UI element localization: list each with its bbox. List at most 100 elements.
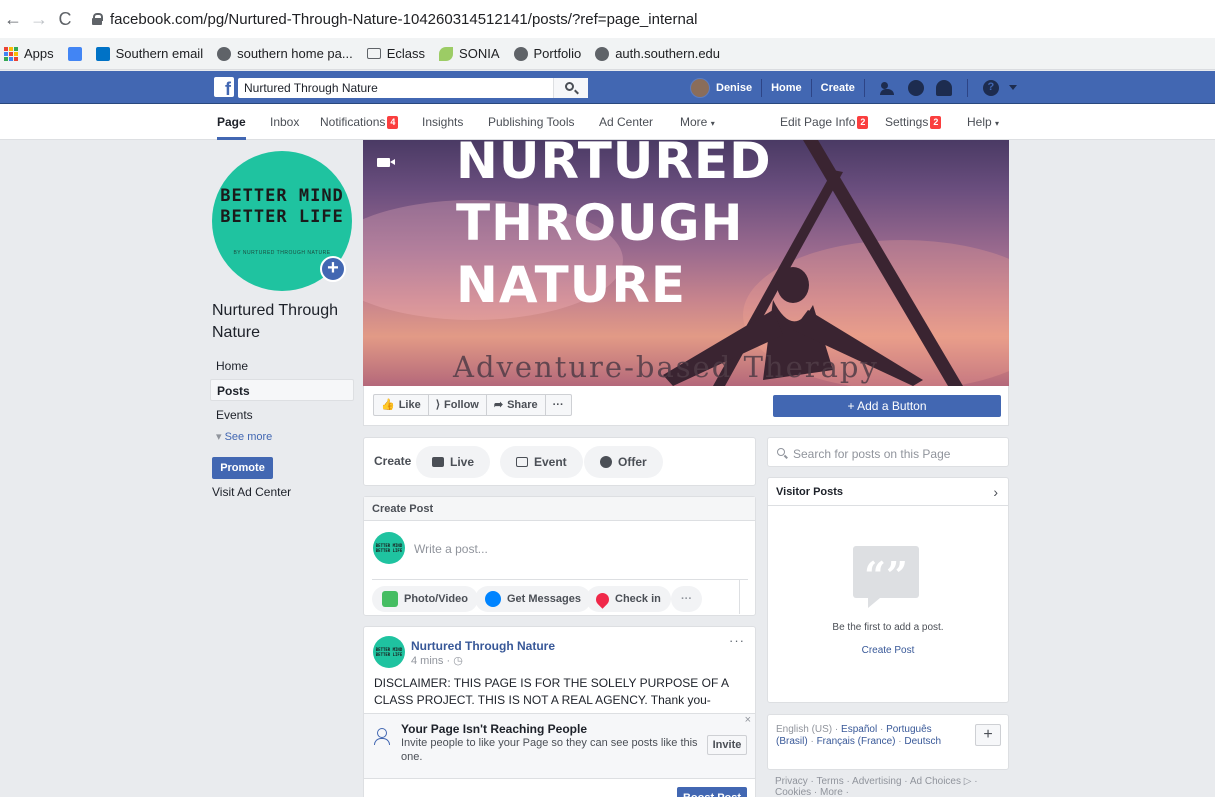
bookmark-southern-email[interactable]: Southern email: [95, 46, 204, 61]
event-button[interactable]: Event: [500, 446, 583, 478]
messenger-icon[interactable]: [907, 79, 924, 96]
bookmark-label: Southern email: [115, 46, 204, 61]
bookmark-docs[interactable]: [67, 46, 82, 61]
reach-title: Your Page Isn't Reaching People: [401, 722, 588, 736]
write-post-input[interactable]: Write a post...: [414, 542, 488, 556]
bookmark-eclass[interactable]: Eclass: [366, 46, 426, 61]
search-posts-input[interactable]: Search for posts on this Page: [767, 437, 1009, 467]
see-more-label: See more: [224, 431, 273, 443]
tab-notifications[interactable]: Notifications 4: [320, 104, 399, 140]
language-list: English (US) · Español · Português (Bras…: [776, 724, 942, 747]
tab-more[interactable]: More ▾: [680, 104, 715, 140]
profile-link[interactable]: Denise: [716, 82, 752, 94]
forward-icon[interactable]: →: [26, 9, 52, 30]
tab-page[interactable]: Page: [217, 104, 246, 140]
tab-insights[interactable]: Insights: [422, 104, 463, 140]
tab-label: Settings: [885, 115, 929, 129]
avatar: BETTER MIND BETTER LIFE: [373, 532, 405, 564]
globe-icon: [513, 46, 528, 61]
reload-icon[interactable]: C: [52, 9, 78, 30]
like-button[interactable]: 👍 Like: [374, 395, 429, 415]
post-options-button[interactable]: ···: [729, 633, 745, 648]
bookmarks-bar: Apps Southern email southern home pa... …: [0, 38, 1215, 70]
url-text[interactable]: facebook.com/pg/Nurtured-Through-Nature-…: [110, 11, 697, 28]
tab-label: More: [680, 115, 708, 129]
facebook-logo-icon[interactable]: f: [214, 77, 234, 97]
language-link[interactable]: Deutsch: [904, 736, 941, 747]
bookmark-southern-home[interactable]: southern home pa...: [217, 46, 353, 61]
sidebar-item-posts[interactable]: Posts: [210, 379, 354, 401]
divider: [810, 78, 812, 97]
search-button[interactable]: [553, 78, 588, 98]
add-person-icon: [374, 728, 390, 746]
language-link[interactable]: Français (France): [817, 736, 896, 747]
create-link[interactable]: Create: [821, 82, 855, 94]
tab-help[interactable]: Help ▾: [967, 104, 999, 140]
notification-badge: 4: [387, 116, 399, 129]
check-in-button[interactable]: Check in: [586, 586, 671, 612]
url-field[interactable]: facebook.com/pg/Nurtured-Through-Nature-…: [92, 11, 697, 28]
photo-video-button[interactable]: Photo/Video: [372, 586, 478, 612]
post-timestamp[interactable]: 4 mins · ◷: [411, 654, 463, 667]
avatar[interactable]: [690, 77, 710, 98]
more-options-button[interactable]: ···: [546, 395, 571, 415]
location-pin-icon: [593, 589, 612, 609]
sidebar-item-home[interactable]: Home: [210, 355, 354, 377]
bookmark-sonia[interactable]: SONIA: [439, 46, 500, 61]
create-post-link[interactable]: Create Post: [768, 645, 1008, 656]
promote-button[interactable]: Promote: [212, 457, 273, 479]
tab-ad-center[interactable]: Ad Center: [599, 104, 653, 140]
visitor-posts-header[interactable]: Visitor Posts: [768, 478, 1008, 506]
add-a-button[interactable]: + Add a Button: [773, 395, 1001, 417]
share-label: Share: [507, 399, 538, 411]
language-link[interactable]: Español: [841, 724, 877, 735]
tab-label: Edit Page Info: [780, 115, 856, 129]
browser-address-bar: ← → C facebook.com/pg/Nurtured-Through-N…: [0, 0, 1215, 38]
notifications-bell-icon[interactable]: [935, 79, 952, 96]
bookmark-portfolio[interactable]: Portfolio: [513, 46, 581, 61]
bookmark-label: southern home pa...: [237, 46, 353, 61]
tab-settings[interactable]: Settings 2: [885, 104, 942, 140]
more-options-button[interactable]: ···: [671, 586, 702, 612]
facebook-search-input[interactable]: Nurtured Through Nature: [238, 78, 588, 98]
avatar[interactable]: BETTER MIND BETTER LIFE: [373, 636, 405, 668]
cover-photo[interactable]: NURTURED THROUGH NATURE Adventure-based …: [363, 140, 1009, 386]
bookmark-label: Eclass: [386, 46, 426, 61]
page-title[interactable]: Nurtured Through Nature: [212, 300, 360, 344]
boost-post-button[interactable]: Boost Post: [677, 787, 747, 797]
tab-publishing-tools[interactable]: Publishing Tools: [488, 104, 575, 140]
language-current: English (US): [776, 724, 833, 735]
share-arrow-icon: ➦: [493, 399, 504, 411]
invite-button[interactable]: Invite: [707, 735, 747, 755]
bookmark-auth-southern[interactable]: auth.southern.edu: [595, 46, 720, 61]
page-actions-group: 👍 Like ⟩ Follow ➦ Share ···: [373, 394, 572, 416]
account-menu-chevron-down-icon[interactable]: [1008, 85, 1017, 90]
visit-ad-center-link[interactable]: Visit Ad Center: [212, 485, 291, 499]
close-icon[interactable]: ×: [745, 714, 751, 726]
back-icon[interactable]: ←: [0, 9, 26, 30]
quote-tail: [868, 598, 880, 608]
help-icon[interactable]: [982, 79, 999, 96]
tab-edit-page-info[interactable]: Edit Page Info 2: [780, 104, 869, 140]
like-label: Like: [398, 399, 421, 411]
friend-requests-icon[interactable]: [879, 80, 896, 96]
bookmark-apps[interactable]: Apps: [4, 46, 54, 61]
share-button[interactable]: ➦ Share: [487, 395, 546, 415]
bookmark-label: auth.southern.edu: [615, 46, 721, 61]
add-language-plus-icon[interactable]: +: [975, 724, 1001, 746]
tab-inbox[interactable]: Inbox: [270, 104, 299, 140]
get-messages-button[interactable]: Get Messages: [475, 586, 591, 612]
footer-links[interactable]: Privacy · Terms · Advertising · Ad Choic…: [775, 776, 995, 797]
add-profile-photo-plus-icon[interactable]: +: [320, 256, 346, 282]
sidebar-item-events[interactable]: Events: [210, 404, 354, 426]
chevron-right-icon[interactable]: ›: [993, 484, 998, 500]
follow-button[interactable]: ⟩ Follow: [429, 395, 487, 415]
live-button[interactable]: Live: [416, 446, 491, 478]
create-strip: Create Live Event Offer: [363, 437, 756, 486]
offer-button[interactable]: Offer: [584, 446, 663, 478]
home-link[interactable]: Home: [771, 82, 802, 94]
video-camera-icon[interactable]: [377, 158, 395, 167]
post-author-link[interactable]: Nurtured Through Nature: [411, 639, 555, 653]
see-more-link[interactable]: ▾ See more: [216, 430, 272, 443]
lock-icon: [92, 13, 103, 25]
